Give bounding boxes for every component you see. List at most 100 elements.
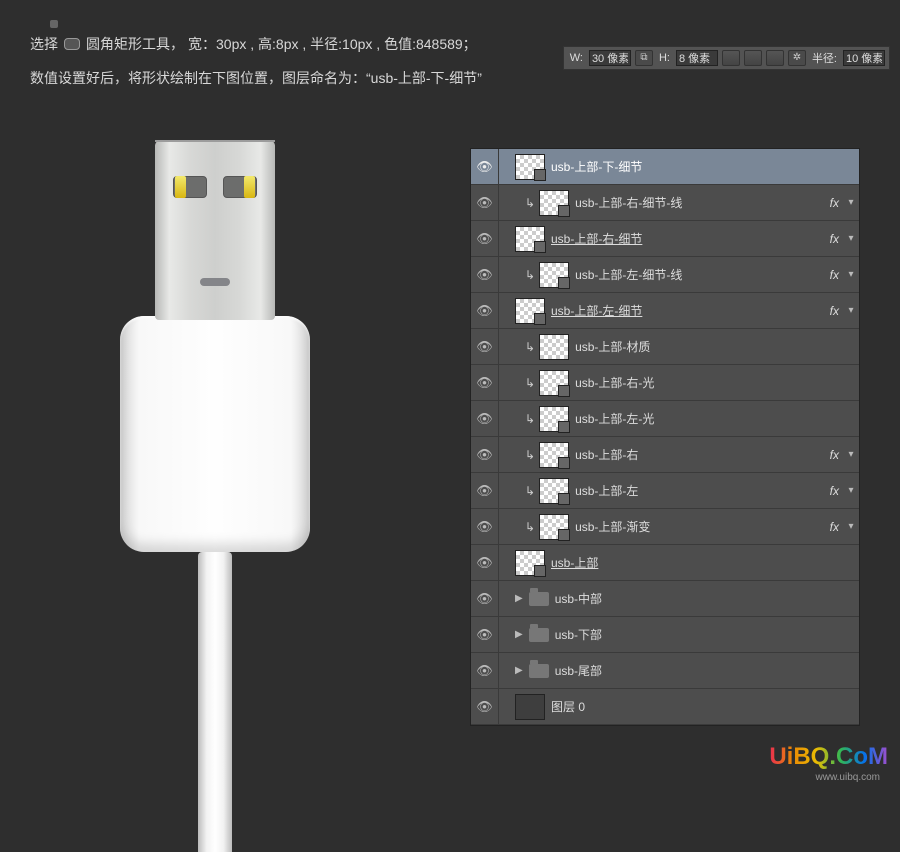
layer-row[interactable]: 👁 ▶ usb-尾部 (471, 653, 859, 689)
usb-contacts (155, 176, 275, 198)
layer-name-label[interactable]: usb-上部-右-光 (575, 374, 859, 391)
layer-thumbnail[interactable] (539, 190, 569, 216)
layer-name-label[interactable]: usb-上部-右-细节-线 (575, 194, 826, 211)
visibility-toggle[interactable]: 👁 (471, 185, 499, 220)
layer-thumbnail[interactable] (515, 298, 545, 324)
width-input[interactable] (589, 50, 631, 66)
layer-row[interactable]: 👁 ↳ usb-上部-左fx▾ (471, 473, 859, 509)
layer-row[interactable]: 👁↳usb-上部-材质 (471, 329, 859, 365)
align-icon-3[interactable] (766, 50, 784, 66)
layer-row[interactable]: 👁 图层 0 (471, 689, 859, 725)
layer-name-label[interactable]: usb-上部-材质 (575, 338, 859, 355)
fx-badge[interactable]: fx (826, 304, 843, 318)
usb-illustration (120, 140, 310, 852)
visibility-toggle[interactable]: 👁 (471, 401, 499, 436)
layer-thumbnail[interactable] (539, 406, 569, 432)
contact-right (223, 176, 257, 198)
gold-pin-right (244, 176, 255, 198)
visibility-toggle[interactable]: 👁 (471, 581, 499, 616)
radius-input[interactable] (843, 50, 885, 66)
layer-thumbnail[interactable] (539, 262, 569, 288)
layer-content: usb-上部-左-细节 (499, 298, 826, 324)
fx-badge[interactable]: fx (826, 520, 843, 534)
layer-name-label[interactable]: usb-上部-下-细节 (551, 158, 859, 175)
fx-collapse-icon[interactable]: ▾ (843, 269, 859, 280)
layer-name-label[interactable]: 图层 0 (551, 698, 859, 715)
layer-name-label[interactable]: usb-尾部 (555, 662, 859, 679)
layer-row[interactable]: 👁↳usb-上部-右fx▾ (471, 437, 859, 473)
layer-content: usb-上部-右-细节 (499, 226, 826, 252)
layer-name-label[interactable]: usb-上部-左-光 (575, 410, 859, 427)
visibility-toggle[interactable]: 👁 (471, 257, 499, 292)
canvas-area[interactable] (0, 100, 430, 775)
fx-collapse-icon[interactable]: ▾ (843, 233, 859, 244)
layer-name-label[interactable]: usb-上部-左 (575, 482, 826, 499)
fx-collapse-icon[interactable]: ▾ (843, 305, 859, 316)
layer-thumbnail[interactable] (539, 442, 569, 468)
visibility-toggle[interactable]: 👁 (471, 653, 499, 688)
clip-mask-icon: ↳ (525, 484, 535, 498)
eye-icon: 👁 (476, 411, 493, 427)
layer-row[interactable]: 👁 usb-上部 (471, 545, 859, 581)
visibility-toggle[interactable]: 👁 (471, 473, 499, 508)
layer-row[interactable]: 👁↳usb-上部-左-光 (471, 401, 859, 437)
fx-badge[interactable]: fx (826, 196, 843, 210)
fx-badge[interactable]: fx (826, 484, 843, 498)
layer-name-label[interactable]: usb-上部-左-细节-线 (575, 266, 826, 283)
layer-row[interactable]: 👁 ▶ usb-中部 (471, 581, 859, 617)
visibility-toggle[interactable]: 👁 (471, 149, 499, 184)
folder-arrow-icon[interactable]: ▶ (515, 665, 523, 676)
fx-badge[interactable]: fx (826, 268, 843, 282)
visibility-toggle[interactable]: 👁 (471, 689, 499, 724)
fx-collapse-icon[interactable]: ▾ (843, 521, 859, 532)
folder-arrow-icon[interactable]: ▶ (515, 593, 523, 604)
layer-thumbnail[interactable] (515, 694, 545, 720)
layer-name-label[interactable]: usb-上部-右-细节 (551, 230, 826, 247)
layer-row[interactable]: 👁 usb-上部-右-细节fx▾ (471, 221, 859, 257)
layer-row[interactable]: 👁↳usb-上部-左-细节-线fx▾ (471, 257, 859, 293)
visibility-toggle[interactable]: 👁 (471, 365, 499, 400)
folder-icon (529, 592, 549, 606)
layer-thumbnail[interactable] (539, 478, 569, 504)
visibility-toggle[interactable]: 👁 (471, 293, 499, 328)
layer-row[interactable]: 👁↳usb-上部-右-细节-线fx▾ (471, 185, 859, 221)
visibility-toggle[interactable]: 👁 (471, 509, 499, 544)
layer-row[interactable]: 👁↳usb-上部-右-光 (471, 365, 859, 401)
layers-panel[interactable]: 👁usb-上部-下-细节👁↳usb-上部-右-细节-线fx▾👁usb-上部-右-… (470, 148, 860, 726)
layer-name-label[interactable]: usb-上部 (551, 554, 859, 571)
fx-collapse-icon[interactable]: ▾ (843, 197, 859, 208)
visibility-toggle[interactable]: 👁 (471, 221, 499, 256)
layer-content: usb-上部-下-细节 (499, 154, 859, 180)
fx-collapse-icon[interactable]: ▾ (843, 449, 859, 460)
layer-name-label[interactable]: usb-下部 (555, 626, 859, 643)
instruction-line-2: 数值设置好后，将形状绘制在下图位置，图层命名为：“usb-上部-下-细节” (30, 68, 870, 88)
layer-row[interactable]: 👁 ▶ usb-下部 (471, 617, 859, 653)
visibility-toggle[interactable]: 👁 (471, 437, 499, 472)
layer-thumbnail[interactable] (539, 514, 569, 540)
layer-name-label[interactable]: usb-上部-渐变 (575, 518, 826, 535)
height-input[interactable] (676, 50, 718, 66)
gear-icon[interactable] (788, 50, 806, 66)
visibility-toggle[interactable]: 👁 (471, 545, 499, 580)
layer-name-label[interactable]: usb-中部 (555, 590, 859, 607)
visibility-toggle[interactable]: 👁 (471, 329, 499, 364)
align-icon-1[interactable] (722, 50, 740, 66)
link-wh-icon[interactable] (635, 50, 653, 66)
layer-thumbnail[interactable] (515, 226, 545, 252)
fx-badge[interactable]: fx (826, 448, 843, 462)
layer-thumbnail[interactable] (515, 154, 545, 180)
fx-badge[interactable]: fx (826, 232, 843, 246)
contact-left (173, 176, 207, 198)
layer-thumbnail[interactable] (539, 334, 569, 360)
folder-arrow-icon[interactable]: ▶ (515, 629, 523, 640)
visibility-toggle[interactable]: 👁 (471, 617, 499, 652)
layer-name-label[interactable]: usb-上部-左-细节 (551, 302, 826, 319)
layer-row[interactable]: 👁↳usb-上部-渐变fx▾ (471, 509, 859, 545)
fx-collapse-icon[interactable]: ▾ (843, 485, 859, 496)
align-icon-2[interactable] (744, 50, 762, 66)
layer-thumbnail[interactable] (539, 370, 569, 396)
layer-name-label[interactable]: usb-上部-右 (575, 446, 826, 463)
layer-thumbnail[interactable] (515, 550, 545, 576)
layer-row[interactable]: 👁 usb-上部-左-细节fx▾ (471, 293, 859, 329)
layer-row[interactable]: 👁 usb-上部-下-细节 (471, 149, 859, 185)
